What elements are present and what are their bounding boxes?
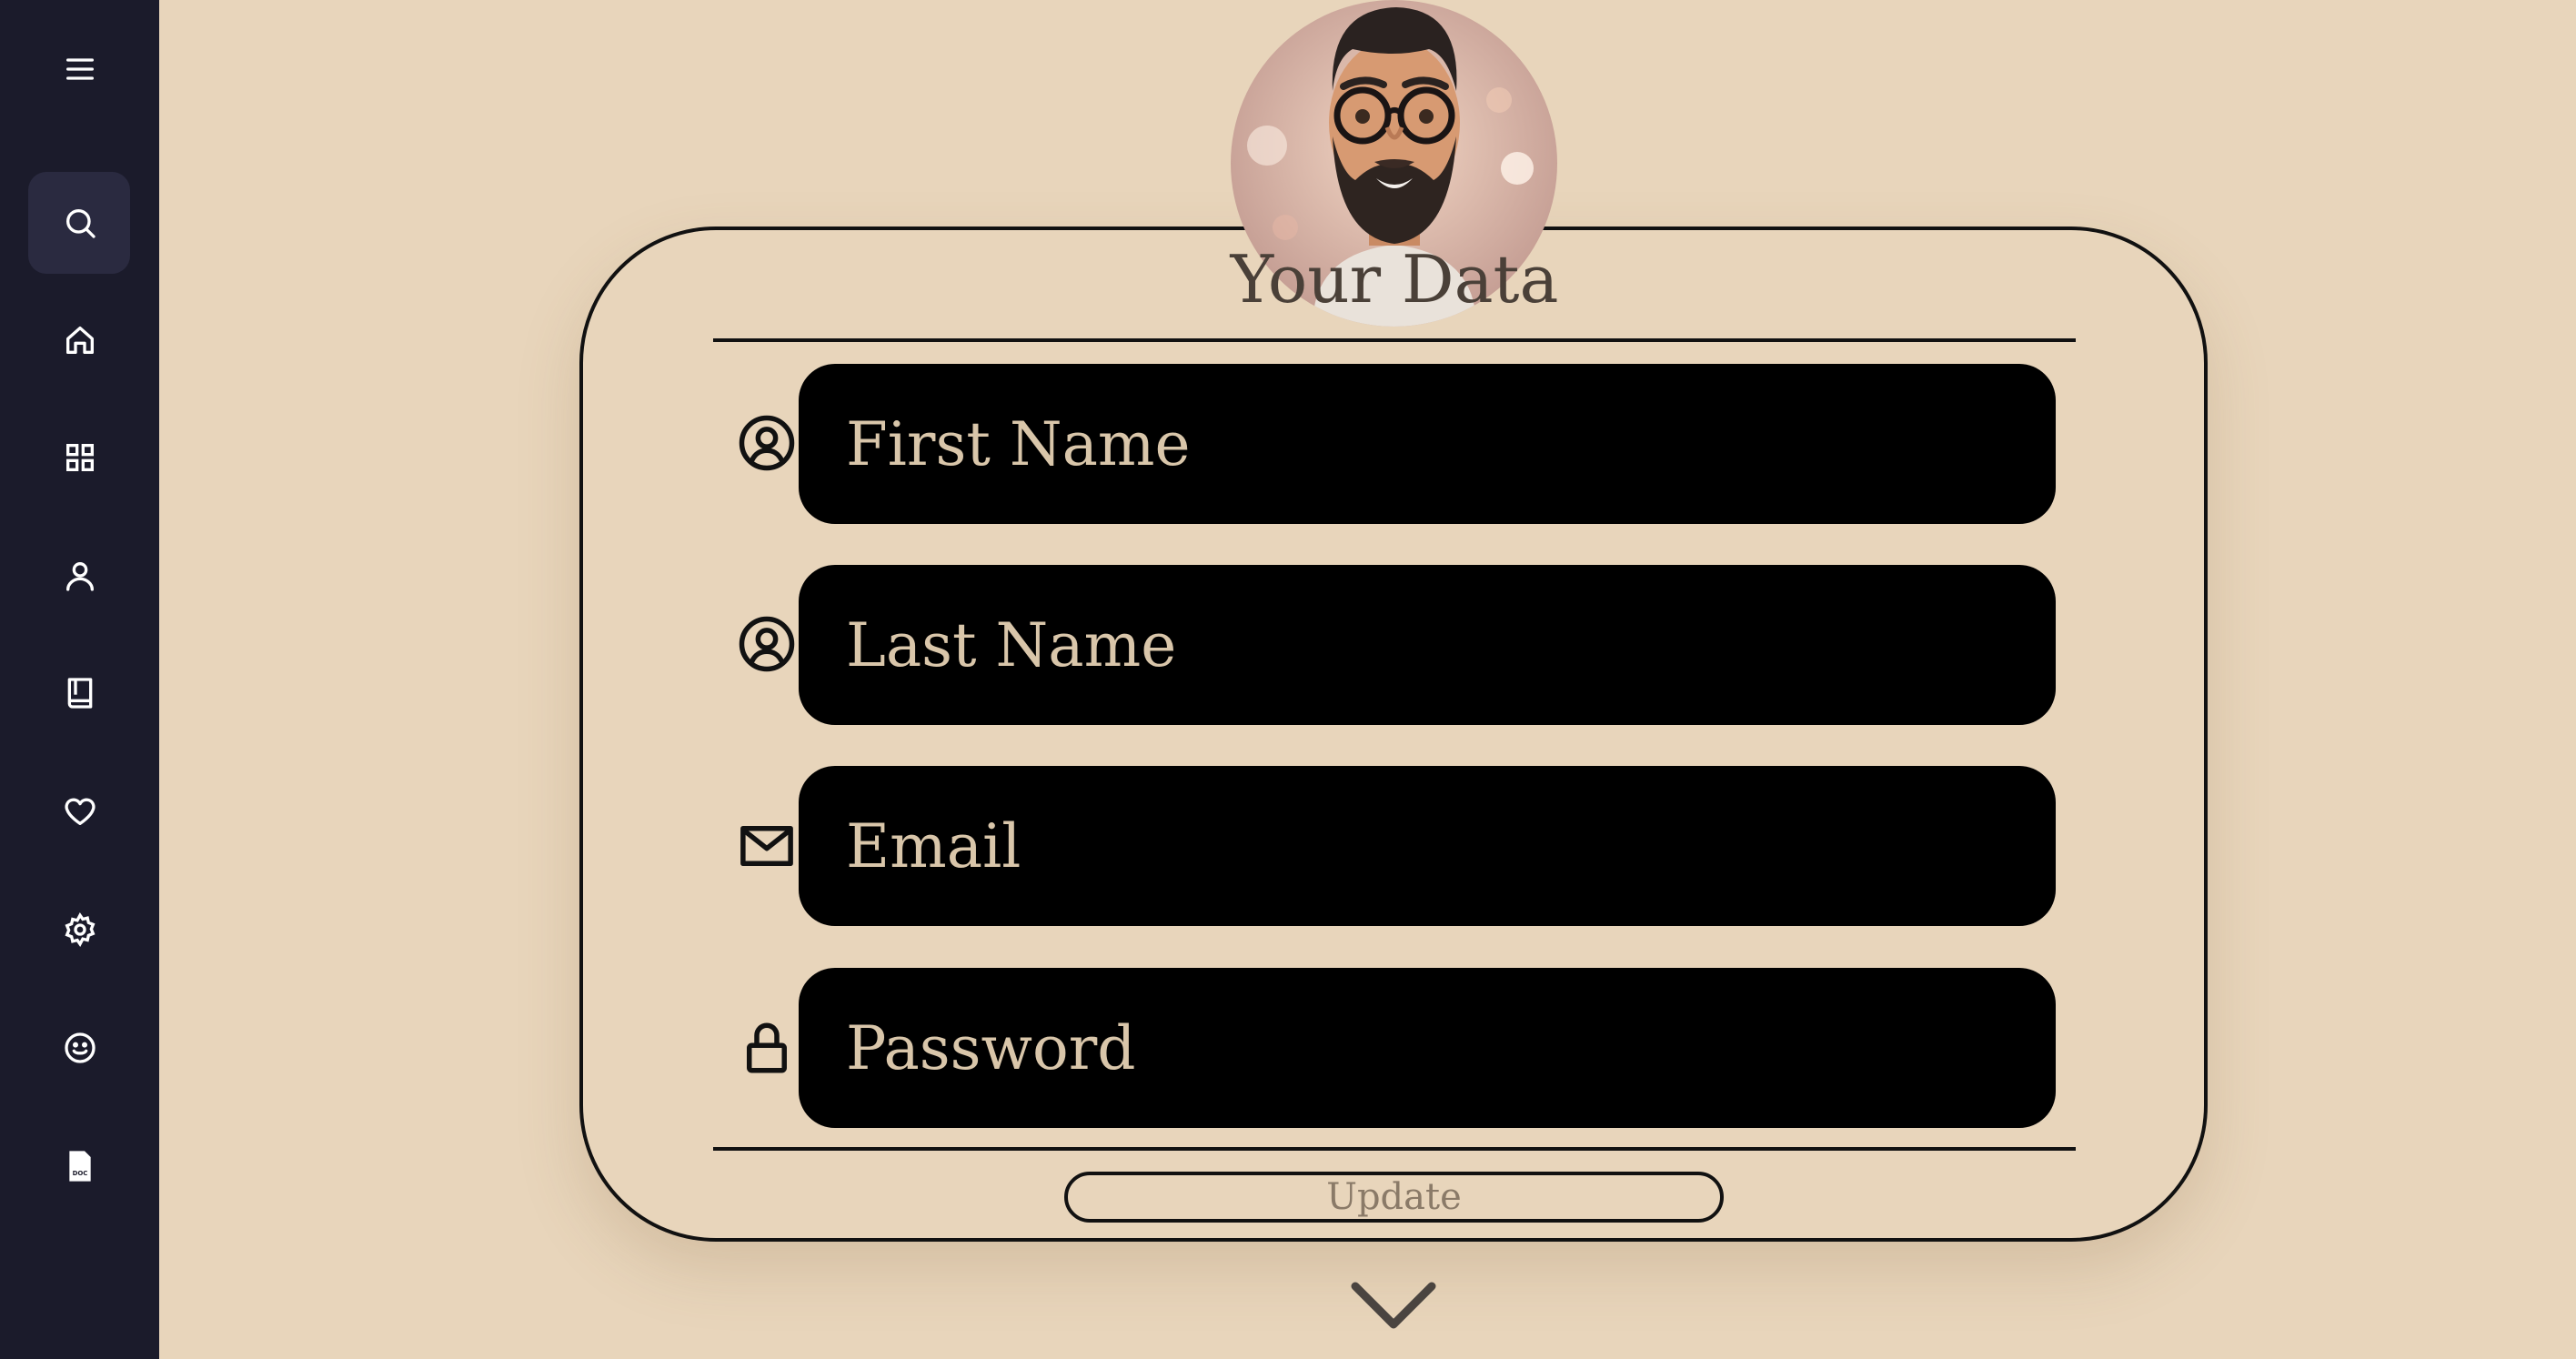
menu-icon [65,58,94,80]
password-input[interactable] [844,1012,2056,1084]
password-field[interactable] [799,968,2056,1128]
sidebar-item-profile[interactable] [0,525,159,627]
sidebar-item-search[interactable] [0,172,159,274]
update-button[interactable]: Update [1064,1172,1724,1223]
gear-icon [65,911,95,948]
smile-icon [64,1032,96,1063]
email-input[interactable] [844,810,2056,882]
sidebar: DOC [0,0,159,1359]
page-title: Your Data [1230,241,1559,317]
first-name-input[interactable] [844,408,2056,480]
search-icon [65,209,96,238]
divider-bottom [713,1147,2076,1151]
first-name-icon-wrap [735,411,799,475]
user-circle-icon [739,415,795,471]
user-icon [65,562,94,591]
lock-icon [747,1022,787,1073]
sidebar-item-dashboard[interactable] [0,407,159,508]
sidebar-item-documents[interactable]: DOC [0,1115,159,1217]
password-icon-wrap [735,1016,799,1080]
first-name-field[interactable] [799,364,2056,524]
sidebar-item-favorites[interactable] [0,760,159,862]
home-icon [65,327,94,354]
last-name-input[interactable] [844,609,2056,681]
user-circle-icon [739,616,795,672]
sidebar-item-settings[interactable] [0,879,159,981]
svg-text:DOC: DOC [72,1170,87,1177]
doc-file-icon: DOC [68,1151,91,1182]
mail-icon [740,826,793,866]
menu-button[interactable] [0,18,159,120]
last-name-field[interactable] [799,565,2056,725]
email-icon-wrap [735,814,799,878]
heart-icon [64,798,96,825]
chevron-down-icon[interactable] [1350,1281,1437,1332]
sidebar-item-home[interactable] [0,289,159,391]
grid-icon [65,444,94,471]
last-name-icon-wrap [735,612,799,676]
divider-top [713,338,2076,342]
sidebar-item-emoji[interactable] [0,997,159,1099]
book-icon [67,678,92,709]
sidebar-item-library[interactable] [0,642,159,744]
email-field[interactable] [799,766,2056,926]
